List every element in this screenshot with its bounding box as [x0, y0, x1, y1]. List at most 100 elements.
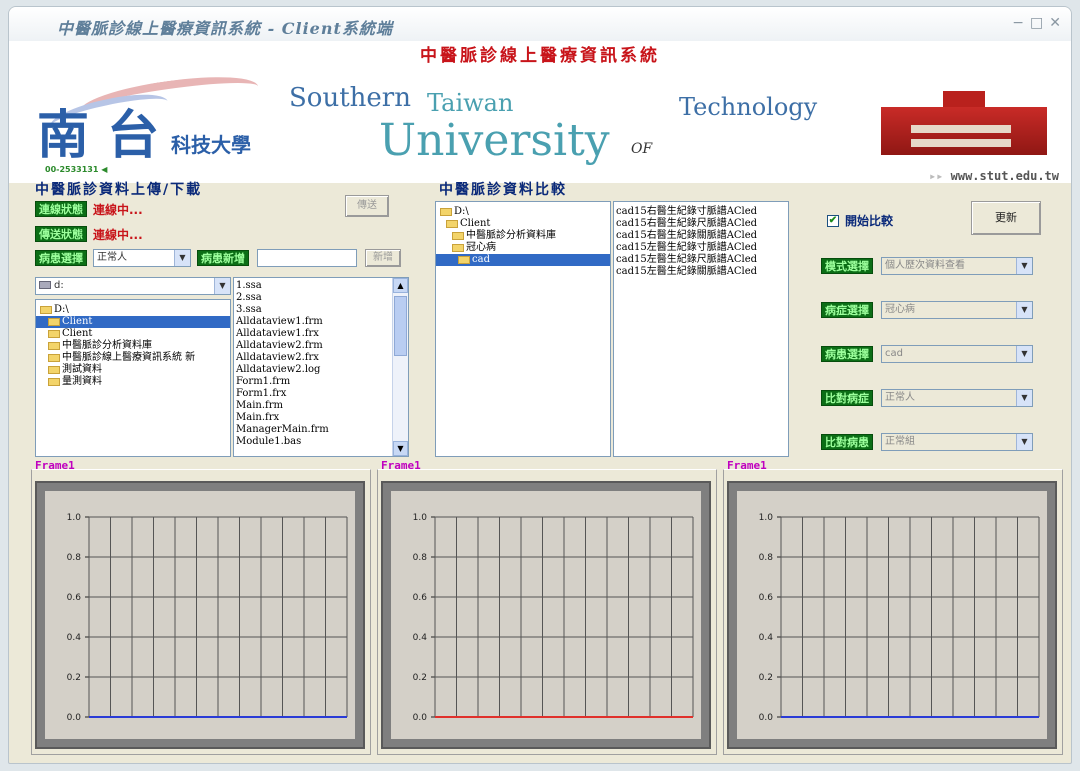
- selector-dropdown[interactable]: 正常人 ▼: [881, 389, 1033, 407]
- tree-item[interactable]: D:\: [36, 304, 230, 316]
- file-item[interactable]: cad15右醫生紀錄關脈譜ACled: [614, 230, 788, 242]
- file-item[interactable]: Form1.frm: [234, 376, 408, 388]
- tree-item-label: Client: [460, 218, 491, 229]
- minimize-button[interactable]: −: [1012, 15, 1024, 31]
- tree-item[interactable]: 量測資料: [36, 376, 230, 388]
- banner-word-of: OF: [631, 141, 653, 157]
- selector-dropdown[interactable]: cad ▼: [881, 345, 1033, 363]
- banner: 中醫脈診線上醫療資訊系統 南 台 科技大學 00-2533131 ◀ South…: [9, 41, 1071, 183]
- folder-icon: [440, 207, 452, 216]
- send-button[interactable]: 傳送: [345, 195, 389, 217]
- y-tick-label: 0.2: [759, 673, 773, 683]
- close-button[interactable]: ✕: [1049, 15, 1061, 31]
- y-tick-label: 0.8: [67, 553, 82, 563]
- start-compare-checkbox[interactable]: ✔ 開始比較: [827, 212, 893, 229]
- scroll-thumb[interactable]: [394, 296, 407, 356]
- file-item[interactable]: Module1.bas: [234, 436, 408, 448]
- chart-plot-background: 1.0 0.8 0.6 0.4 0.2 0.0: [737, 491, 1047, 739]
- chart-plot-background: 1.0 0.8 0.6 0.4 0.2 0.0: [391, 491, 701, 739]
- connection-status-label: 連線狀態: [35, 201, 87, 217]
- drive-select-dropdown[interactable]: d: ▼: [35, 277, 231, 295]
- file-list-scrollbar[interactable]: ▲ ▼: [392, 278, 408, 456]
- add-patient-button[interactable]: 新增: [365, 249, 401, 267]
- chevron-down-icon[interactable]: ▼: [1016, 258, 1032, 274]
- folder-icon: [48, 377, 60, 386]
- y-tick-label: 1.0: [67, 513, 82, 523]
- tree-item[interactable]: 中醫脈診線上醫療資訊系統 新: [36, 352, 230, 364]
- maximize-button[interactable]: □: [1030, 15, 1043, 31]
- y-tick-label: 0.4: [759, 633, 774, 643]
- file-item[interactable]: Alldataview2.frm: [234, 340, 408, 352]
- window-title: 中醫脈診線上醫療資訊系統 - Client系統端: [57, 19, 393, 38]
- tree-item[interactable]: 冠心病: [436, 242, 610, 254]
- scroll-down-icon[interactable]: ▼: [393, 441, 408, 456]
- file-item[interactable]: Alldataview1.frx: [234, 328, 408, 340]
- compare-file-list[interactable]: cad15右醫生紀錄寸脈譜ACled cad15右醫生紀錄尺脈譜ACled cad1…: [613, 201, 789, 457]
- tree-item-label: Client: [62, 316, 93, 327]
- file-item[interactable]: cad15右醫生紀錄寸脈譜ACled: [614, 206, 788, 218]
- tree-item[interactable]: 中醫脈診分析資料庫: [436, 230, 610, 242]
- selector-label: 病患選擇: [821, 346, 873, 362]
- folder-icon: [48, 317, 60, 326]
- file-item[interactable]: cad15左醫生紀錄寸脈譜ACled: [614, 242, 788, 254]
- file-item[interactable]: cad15右醫生紀錄尺脈譜ACled: [614, 218, 788, 230]
- y-tick-label: 0.0: [759, 713, 774, 723]
- chevron-down-icon[interactable]: ▼: [1016, 302, 1032, 318]
- tree-item-label: D:\: [454, 206, 469, 217]
- patient-add-input[interactable]: [257, 249, 357, 267]
- selector-label: 模式選擇: [821, 258, 873, 274]
- file-item[interactable]: Alldataview2.frx: [234, 352, 408, 364]
- folder-icon: [446, 219, 458, 228]
- file-item[interactable]: Main.frm: [234, 400, 408, 412]
- file-item[interactable]: cad15左醫生紀錄關脈譜ACled: [614, 266, 788, 278]
- tree-item[interactable]: Client: [436, 218, 610, 230]
- file-item[interactable]: Alldataview2.log: [234, 364, 408, 376]
- folder-icon: [48, 353, 60, 362]
- selector-value: 冠心病: [885, 304, 915, 315]
- window-controls: − □ ✕: [1012, 15, 1061, 31]
- file-item[interactable]: ManagerMain.frm: [234, 424, 408, 436]
- file-item[interactable]: Alldataview1.frm: [234, 316, 408, 328]
- title-bar[interactable]: 中醫脈診線上醫療資訊系統 - Client系統端 − □ ✕: [9, 7, 1071, 41]
- y-tick-label: 0.2: [67, 673, 81, 683]
- line-chart: 1.0 0.8 0.6 0.4 0.2 0.0: [67, 513, 348, 723]
- campus-building-image: [881, 85, 1047, 155]
- file-item[interactable]: Form1.frx: [234, 388, 408, 400]
- transfer-status-value: 連線中...: [93, 228, 143, 242]
- tree-item[interactable]: Client: [36, 316, 230, 328]
- patient-select-dropdown[interactable]: 正常人 ▼: [93, 249, 191, 267]
- selector-dropdown[interactable]: 正常組 ▼: [881, 433, 1033, 451]
- patient-add-label: 病患新增: [197, 250, 249, 266]
- chevron-down-icon[interactable]: ▼: [1016, 434, 1032, 450]
- website-url: ▸▸ www.stut.edu.tw: [929, 169, 1059, 183]
- update-button[interactable]: 更新: [971, 201, 1041, 235]
- chevron-down-icon[interactable]: ▼: [1016, 390, 1032, 406]
- tree-item[interactable]: 測試資料: [36, 364, 230, 376]
- chevron-down-icon[interactable]: ▼: [174, 250, 190, 266]
- upload-directory-tree[interactable]: D:\ Client Client 中醫脈診分析資料庫 中醫脈診線上醫療資訊系統 新測試…: [35, 299, 231, 457]
- upload-file-list[interactable]: ▲ ▼ 1.ssa 2.ssa 3.ssa Alldataview1.frm Allda…: [233, 277, 409, 457]
- tree-item[interactable]: 中醫脈診分析資料庫: [36, 340, 230, 352]
- chevron-down-icon[interactable]: ▼: [1016, 346, 1032, 362]
- folder-icon: [452, 231, 464, 240]
- checkbox-box[interactable]: ✔: [827, 214, 839, 227]
- folder-icon: [458, 255, 470, 264]
- compare-directory-tree[interactable]: D:\ Client 中醫脈診分析資料庫 冠心病 cad: [435, 201, 611, 457]
- chevron-down-icon[interactable]: ▼: [214, 278, 230, 294]
- file-item[interactable]: cad15左醫生紀錄尺脈譜ACled: [614, 254, 788, 266]
- tree-item-label: D:\: [54, 304, 69, 315]
- tree-item[interactable]: Client: [36, 328, 230, 340]
- scroll-up-icon[interactable]: ▲: [393, 278, 408, 293]
- chart-panel: 1.0 0.8 0.6 0.4 0.2 0.0: [381, 481, 711, 749]
- file-item[interactable]: 2.ssa: [234, 292, 408, 304]
- line-chart: 1.0 0.8 0.6 0.4 0.2 0.0: [413, 513, 694, 723]
- selector-dropdown[interactable]: 冠心病 ▼: [881, 301, 1033, 319]
- file-item[interactable]: 1.ssa: [234, 280, 408, 292]
- tree-item[interactable]: cad: [436, 254, 610, 266]
- tree-item[interactable]: D:\: [436, 206, 610, 218]
- file-item[interactable]: 3.ssa: [234, 304, 408, 316]
- tree-item-label: Client: [62, 328, 93, 339]
- selector-dropdown[interactable]: 個人歷次資料查看 ▼: [881, 257, 1033, 275]
- folder-icon: [48, 341, 60, 350]
- file-item[interactable]: Main.frx: [234, 412, 408, 424]
